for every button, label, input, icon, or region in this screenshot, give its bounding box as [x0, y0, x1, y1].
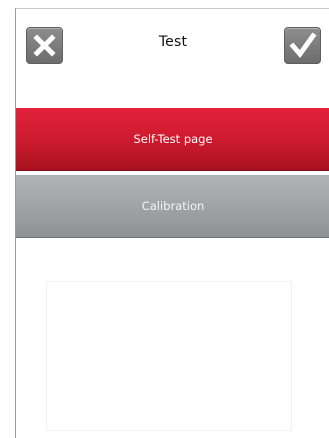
close-icon [33, 34, 56, 57]
page-title: Test [158, 34, 188, 50]
empty-content-area [46, 281, 292, 431]
self-test-page-button[interactable]: Self-Test page [16, 108, 329, 171]
checkmark-icon [289, 32, 317, 59]
confirm-button[interactable] [284, 27, 321, 64]
printer-screen: Test Self-Test page Calibration [15, 8, 329, 438]
calibration-label: Calibration [141, 199, 205, 213]
calibration-button[interactable]: Calibration [16, 175, 329, 238]
cancel-button[interactable] [26, 27, 63, 64]
self-test-page-label: Self-Test page [133, 132, 213, 146]
header: Test [16, 9, 329, 99]
